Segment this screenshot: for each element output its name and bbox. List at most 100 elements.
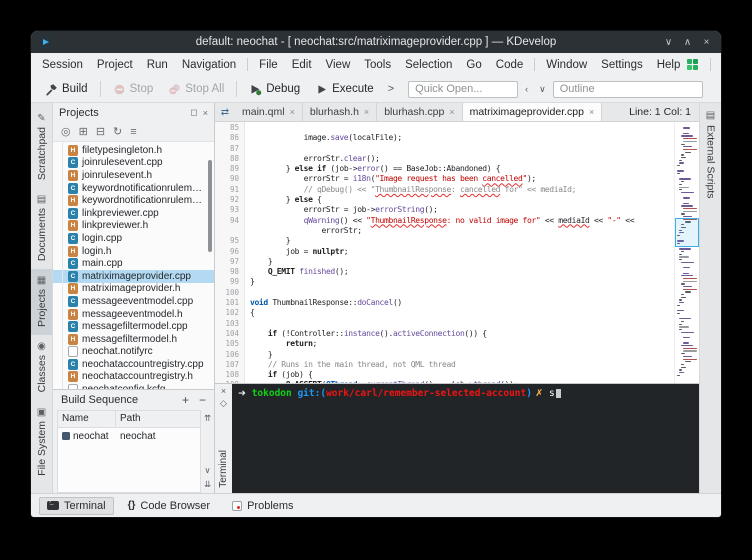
nav-back-icon[interactable]: ‹	[521, 84, 532, 94]
reload-project-icon[interactable]: ↻	[113, 125, 122, 138]
move-bottom-icon[interactable]: ⇊	[204, 479, 211, 490]
terminal-tab-label[interactable]: Terminal	[218, 450, 229, 488]
toolbar-overflow-icon[interactable]: >	[383, 83, 399, 95]
code-token: activeConnection	[393, 329, 464, 338]
sidebar-tab-file-system[interactable]: ▣File System	[31, 401, 52, 484]
code-token: else	[295, 195, 313, 204]
menu-tools[interactable]: Tools	[357, 57, 398, 73]
tree-item-login-h[interactable]: Hlogin.h	[53, 245, 214, 258]
tree-item-neochatconfig-kcfg[interactable]: neochatconfig.kcfg	[53, 383, 214, 389]
tree-item-keywordnotificationrulem[interactable]: Ckeywordnotificationrulem…	[53, 182, 214, 195]
menu-help[interactable]: Help	[650, 57, 688, 73]
build-button[interactable]: Build	[39, 80, 94, 99]
close-terminal-icon[interactable]: ×	[221, 387, 226, 396]
stop-all-button[interactable]: Stop All	[162, 80, 230, 99]
filter-icon[interactable]: ≡	[130, 126, 136, 138]
menu-session[interactable]: Session	[35, 57, 90, 73]
nav-dropdown-icon[interactable]: ∨	[535, 84, 550, 95]
sidebar-tab-classes[interactable]: ◉Classes	[31, 335, 52, 400]
column-path[interactable]: Path	[116, 411, 200, 427]
debug-button[interactable]: Debug	[243, 80, 306, 99]
sidebar-tab-label: Classes	[36, 355, 48, 392]
tree-item-linkpreviewer-cpp[interactable]: Clinkpreviewer.cpp	[53, 207, 214, 220]
menu-project[interactable]: Project	[90, 57, 140, 73]
close-icon[interactable]: ×	[698, 37, 715, 48]
titlebar[interactable]: default: neochat - [ neochat:src/matrixi…	[31, 31, 721, 53]
tab-close-icon[interactable]: ×	[589, 107, 594, 117]
problems-toggle-button[interactable]: Problems	[224, 497, 301, 515]
editor-tab-blurhash-h[interactable]: blurhash.h×	[303, 103, 377, 121]
remove-icon[interactable]: −	[199, 393, 206, 407]
minimap-viewport[interactable]	[675, 218, 699, 247]
menu-edit[interactable]: Edit	[285, 57, 319, 73]
minimap[interactable]	[674, 122, 699, 383]
terminal-toggle-button[interactable]: Terminal	[39, 497, 114, 515]
tree-item-joinrulesevent-h[interactable]: Hjoinrulesevent.h	[53, 169, 214, 182]
file-name: keywordnotificationrulem…	[82, 183, 202, 194]
tree-item-joinrulesevent-cpp[interactable]: Cjoinrulesevent.cpp	[53, 157, 214, 170]
code-browser-toggle-button[interactable]: {} Code Browser	[120, 497, 219, 515]
tree-item-matriximageprovider-h[interactable]: Hmatriximageprovider.h	[53, 283, 214, 296]
maximize-icon[interactable]: ∧	[679, 37, 696, 48]
minimap-line	[679, 187, 689, 188]
execute-button[interactable]: Execute	[309, 80, 380, 99]
tree-item-login-cpp[interactable]: Clogin.cpp	[53, 232, 214, 245]
move-down-icon[interactable]: ∨	[204, 465, 210, 476]
minimize-icon[interactable]: ∨	[660, 37, 677, 48]
tree-item-messageeventmodel-h[interactable]: Hmessageeventmodel.h	[53, 308, 214, 321]
session-grid-icon[interactable]	[687, 59, 699, 71]
menu-go[interactable]: Go	[459, 57, 488, 73]
build-sequence-row[interactable]: neochatneochat	[58, 428, 200, 444]
code-area[interactable]: image.save(localFile); errorStr.clear();…	[245, 122, 674, 383]
editor-tab-main-qml[interactable]: main.qml×	[235, 103, 303, 121]
detach-terminal-icon[interactable]: ◇	[220, 399, 227, 408]
locate-document-icon[interactable]: ◎	[61, 125, 71, 138]
close-panel-icon[interactable]: ×	[203, 108, 208, 118]
outline-input[interactable]: Outline	[553, 81, 703, 98]
tree-item-messagefiltermodel-cpp[interactable]: Cmessagefiltermodel.cpp	[53, 320, 214, 333]
menu-run[interactable]: Run	[140, 57, 175, 73]
float-panel-icon[interactable]: ◻	[190, 107, 197, 118]
tree-scrollbar[interactable]	[208, 160, 212, 252]
minimap-line	[683, 127, 690, 128]
code-editor[interactable]: 8586878889909192939495969798991001011021…	[215, 122, 699, 383]
tab-close-icon[interactable]: ×	[449, 107, 454, 117]
tree-item-messageeventmodel-cpp[interactable]: Cmessageeventmodel.cpp	[53, 295, 214, 308]
tree-item-filetypesingleton-h[interactable]: Hfiletypesingleton.h	[53, 144, 214, 157]
move-top-icon[interactable]: ⇈	[204, 413, 211, 424]
quick-open-input[interactable]: Quick Open...	[408, 81, 518, 98]
column-name[interactable]: Name	[58, 411, 116, 427]
sidebar-tab-projects[interactable]: ▦Projects	[31, 269, 52, 335]
menu-code[interactable]: Code	[489, 57, 531, 73]
external-scripts-tab[interactable]: External Scripts	[705, 125, 717, 199]
menu-selection[interactable]: Selection	[398, 57, 459, 73]
menu-settings[interactable]: Settings	[594, 57, 650, 73]
code-token: }	[250, 350, 272, 359]
expand-all-icon[interactable]: ⊞	[79, 125, 88, 138]
minimap-line	[679, 254, 682, 255]
menu-window[interactable]: Window	[539, 57, 594, 73]
tree-item-neochataccountregistry-h[interactable]: Hneochataccountregistry.h	[53, 371, 214, 384]
document-switcher-icon[interactable]: ⇄	[215, 103, 235, 121]
menu-file[interactable]: File	[252, 57, 285, 73]
tree-item-neochat-notifyrc[interactable]: neochat.notifyrc	[53, 346, 214, 359]
tab-close-icon[interactable]: ×	[290, 107, 295, 117]
editor-tab-blurhash-cpp[interactable]: blurhash.cpp×	[377, 103, 462, 121]
tab-close-icon[interactable]: ×	[364, 107, 369, 117]
sidebar-tab-scratchpad[interactable]: ✎Scratchpad	[31, 107, 52, 188]
tree-item-neochataccountregistry-cpp[interactable]: Cneochataccountregistry.cpp	[53, 358, 214, 371]
tree-item-linkpreviewer-h[interactable]: Hlinkpreviewer.h	[53, 220, 214, 233]
tree-item-main-cpp[interactable]: Cmain.cpp	[53, 257, 214, 270]
stop-button[interactable]: Stop	[107, 80, 160, 99]
tree-item-keywordnotificationrulem[interactable]: Hkeywordnotificationrulem…	[53, 194, 214, 207]
add-icon[interactable]: +	[182, 393, 189, 407]
menu-view[interactable]: View	[319, 57, 358, 73]
editor-tab-matriximageprovider-cpp[interactable]: matriximageprovider.cpp×	[463, 103, 603, 121]
terminal-screen[interactable]: ➜ tokodon git:(work/carl/remember-select…	[232, 384, 699, 493]
menu-navigation[interactable]: Navigation	[175, 57, 243, 73]
collapse-all-icon[interactable]: ⊟	[96, 125, 105, 138]
tree-item-matriximageprovider-cpp[interactable]: Cmatriximageprovider.cpp	[53, 270, 214, 283]
tree-item-messagefiltermodel-h[interactable]: Hmessagefiltermodel.h	[53, 333, 214, 346]
sidebar-tab-documents[interactable]: ▤Documents	[31, 188, 52, 269]
file-name: neochataccountregistry.cpp	[82, 359, 204, 370]
